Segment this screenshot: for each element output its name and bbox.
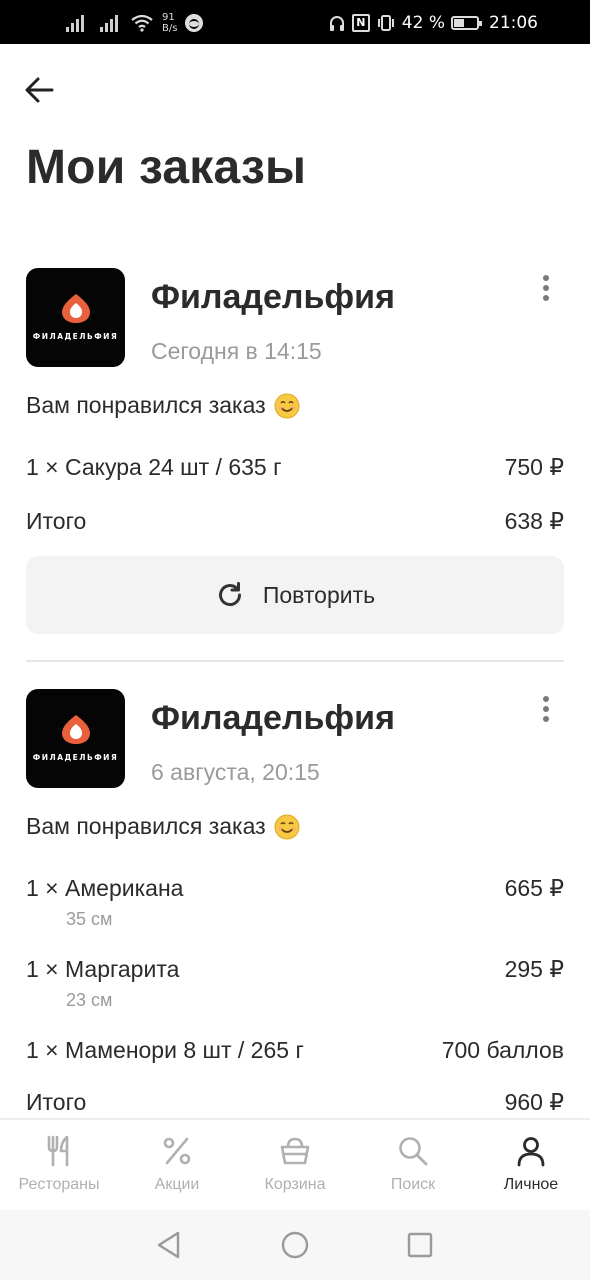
system-back-button[interactable] — [152, 1228, 186, 1262]
nav-label: Рестораны — [18, 1176, 100, 1193]
item-size: 35 см — [66, 909, 113, 929]
net-speed-value: 91 — [162, 12, 175, 23]
item-name: 1 × Маменори 8 шт / 265 г — [26, 1037, 304, 1063]
item-price: 750 ₽ — [504, 454, 564, 480]
repeat-label: Повторить — [262, 581, 376, 608]
logo-mark-icon — [62, 294, 90, 323]
signal-icon — [66, 14, 84, 32]
logo-mark-icon — [62, 715, 90, 744]
smiley-icon — [274, 814, 300, 839]
nav-item-cart[interactable]: Корзина — [236, 1134, 354, 1194]
total-value: 638 ₽ — [504, 508, 564, 534]
restaurant-logo: ФИЛАДЕЛЬФИЯ — [26, 268, 125, 367]
nav-item-search[interactable]: Поиск — [354, 1134, 472, 1194]
circle-home-icon — [281, 1231, 309, 1259]
nav-label: Поиск — [390, 1176, 436, 1193]
signal-2-icon — [100, 14, 118, 32]
logo-text: ФИЛАДЕЛЬФИЯ — [32, 332, 119, 341]
order-date: 6 августа, 20:15 — [151, 759, 320, 785]
more-options-button[interactable] — [536, 693, 556, 729]
restaurant-logo: ФИЛАДЕЛЬФИЯ — [26, 689, 125, 788]
clock: 21:06 — [489, 13, 538, 33]
nav-item-promotions[interactable]: Акции — [118, 1134, 236, 1194]
feedback-text: Вам понравился заказ — [26, 813, 266, 839]
headphones-icon — [329, 16, 344, 31]
system-recents-button[interactable] — [403, 1228, 437, 1262]
refresh-icon — [218, 582, 241, 607]
status-bar: 91 B/s N 42 % 21:06 — [0, 0, 590, 44]
wifi-icon — [131, 14, 153, 32]
nav-item-restaurants[interactable]: Рестораны — [0, 1134, 118, 1194]
fork-knife-icon — [47, 1135, 69, 1167]
arrow-left-icon — [25, 77, 54, 103]
item-name: 1 × Сакура 24 шт / 635 г — [26, 454, 282, 480]
percent-icon — [163, 1137, 191, 1165]
smiley-icon — [274, 393, 300, 418]
nfc-icon: N — [351, 14, 370, 32]
more-options-button[interactable] — [536, 272, 556, 308]
nav-label: Корзина — [264, 1176, 326, 1193]
order-feedback: Вам понравился заказ — [26, 392, 300, 419]
square-recents-icon — [407, 1232, 433, 1258]
restaurant-name: Филадельфия — [151, 278, 395, 316]
order-card[interactable]: ФИЛАДЕЛЬФИЯ Филадельфия Сегодня в 14:15 … — [26, 268, 564, 638]
net-speed: 91 B/s — [162, 12, 177, 34]
item-name: 1 × Маргарита — [26, 956, 180, 982]
status-right: N 42 % 21:06 — [328, 10, 538, 36]
search-icon — [399, 1137, 428, 1166]
order-date: Сегодня в 14:15 — [151, 338, 322, 364]
triangle-back-icon — [157, 1231, 180, 1259]
total-value: 960 ₽ — [504, 1089, 564, 1115]
person-icon — [517, 1137, 545, 1167]
status-left: 91 B/s — [66, 10, 204, 36]
repeat-order-button[interactable]: Повторить — [26, 556, 564, 634]
order-card[interactable]: ФИЛАДЕЛЬФИЯ Филадельфия 6 августа, 20:15… — [26, 689, 564, 1119]
total-label: Итого — [26, 1089, 87, 1115]
total-label: Итого — [26, 508, 87, 534]
logo-text: ФИЛАДЕЛЬФИЯ — [32, 753, 119, 762]
battery-icon — [451, 16, 482, 30]
back-button[interactable] — [20, 70, 60, 110]
order-feedback: Вам понравился заказ — [26, 813, 300, 840]
item-size: 23 см — [66, 990, 113, 1010]
item-name: 1 × Американа — [26, 875, 184, 901]
nav-item-personal[interactable]: Личное — [472, 1134, 590, 1194]
item-price: 295 ₽ — [504, 956, 564, 982]
vibrate-icon — [377, 15, 394, 31]
system-nav-bar — [0, 1210, 590, 1280]
bottom-nav: Рестораны Акции Корзина Поиск Личное — [0, 1118, 590, 1210]
spotify-icon — [185, 14, 204, 32]
basket-icon — [280, 1137, 310, 1165]
feedback-text: Вам понравился заказ — [26, 392, 266, 418]
system-home-button[interactable] — [278, 1228, 312, 1262]
order-divider — [26, 660, 564, 662]
page-title: Мои заказы — [26, 141, 307, 194]
restaurant-name: Филадельфия — [151, 699, 395, 737]
nav-label: Акции — [154, 1176, 200, 1193]
item-price: 665 ₽ — [504, 875, 564, 901]
net-speed-unit: B/s — [162, 23, 178, 34]
battery-percent: 42 % — [401, 13, 445, 33]
item-price: 700 баллов — [441, 1037, 564, 1063]
nav-label: Личное — [503, 1176, 559, 1193]
